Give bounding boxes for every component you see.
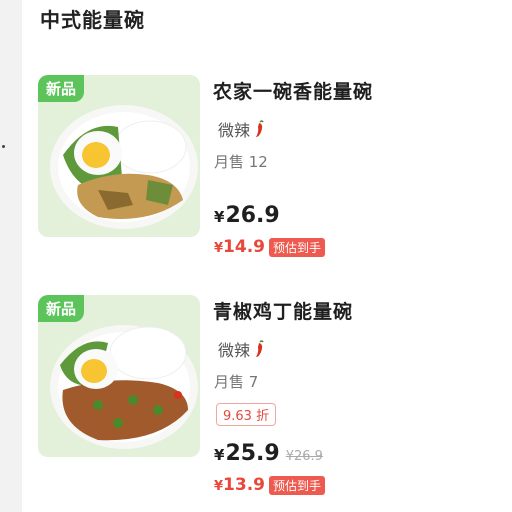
product-image[interactable]: 新品 [38, 75, 200, 237]
monthly-sales: 月售 12 [214, 153, 268, 171]
price-value: 25.9 [225, 441, 280, 466]
currency-symbol: ¥ [214, 446, 225, 464]
product-image[interactable]: 新品 [38, 295, 200, 457]
spice-level: 微辣 [218, 337, 267, 361]
final-price-value: 14.9 [223, 237, 265, 257]
final-price-row: ¥14.9 预估到手 [214, 237, 326, 257]
currency-symbol: ¥ [214, 479, 224, 494]
product-card[interactable]: 新品 农家一碗香能量碗 微辣 月售 12 ¥26.9 ¥14.9 预估到手 [38, 75, 508, 275]
new-badge: 新品 [38, 295, 85, 322]
currency-symbol: ¥ [214, 241, 224, 256]
monthly-sales: 月售 7 [214, 373, 259, 391]
estimate-tag: 预估到手 [269, 237, 326, 257]
current-price: ¥25.9 ¥26.9 [214, 441, 323, 466]
category-indicator-dot [2, 145, 5, 148]
estimate-tag: 预估到手 [269, 475, 326, 495]
final-price-row: ¥13.9 预估到手 [214, 475, 326, 495]
final-price: ¥13.9 [214, 475, 265, 495]
product-name[interactable]: 农家一碗香能量碗 [213, 77, 373, 104]
final-price: ¥14.9 [214, 237, 265, 257]
section-title: 中式能量碗 [40, 8, 145, 32]
left-category-strip[interactable] [0, 0, 22, 512]
price-value: 26.9 [225, 203, 280, 228]
currency-symbol: ¥ [214, 208, 225, 226]
final-price-value: 13.9 [223, 475, 265, 495]
spice-label: 微辣 [218, 121, 251, 140]
product-card[interactable]: 新品 青椒鸡丁能量碗 微辣 月售 7 9.63 折 ¥25.9¥26.9 ¥1 [38, 295, 508, 495]
discount-tag: 9.63 折 [216, 403, 277, 426]
spice-level: 微辣 [218, 117, 267, 141]
current-price: ¥26.9 [214, 203, 280, 228]
spice-label: 微辣 [218, 341, 251, 360]
original-price: ¥26.9 [285, 449, 323, 464]
product-name[interactable]: 青椒鸡丁能量碗 [213, 297, 353, 324]
chili-icon [256, 340, 264, 357]
new-badge: 新品 [38, 75, 85, 102]
chili-icon [256, 120, 264, 137]
